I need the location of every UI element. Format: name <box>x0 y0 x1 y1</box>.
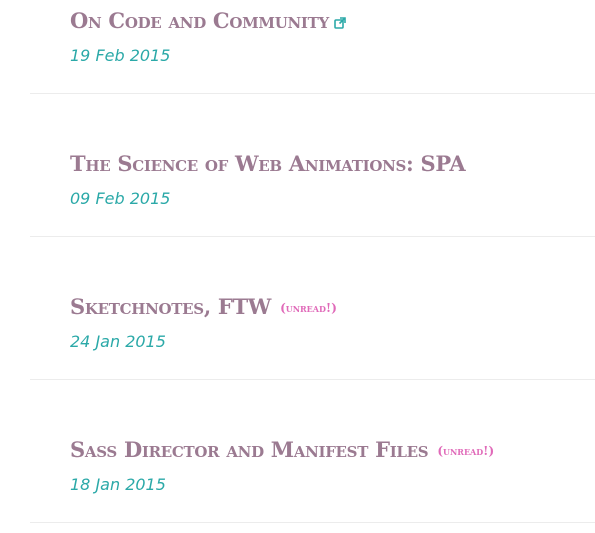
post-date: 24 Jan 2015 <box>70 332 166 351</box>
unread-badge: (unread!) <box>437 443 495 458</box>
post-title-row: The Science of Web Animations: SPA <box>70 151 466 176</box>
post-item: On Code and Community 19 Feb 2015 <box>30 0 595 94</box>
unread-badge: (unread!) <box>280 300 337 315</box>
post-date: 09 Feb 2015 <box>70 189 171 208</box>
post-title-row: Sass Director and Manifest Files (unread… <box>70 437 494 462</box>
post-date: 19 Feb 2015 <box>70 46 171 65</box>
post-item: Sass Director and Manifest Files (unread… <box>30 379 595 523</box>
post-title-link[interactable]: Sketchnotes, FTW <box>70 294 271 319</box>
post-title-link[interactable]: On Code and Community <box>70 8 329 33</box>
post-title-row: Sketchnotes, FTW (unread!) <box>70 294 337 319</box>
post-title-row: On Code and Community <box>70 8 346 33</box>
post-date: 18 Jan 2015 <box>70 475 166 494</box>
external-link-icon[interactable] <box>334 16 346 29</box>
post-item: The Science of Web Animations: SPA 09 Fe… <box>30 93 595 237</box>
post-title-link[interactable]: The Science of Web Animations: SPA <box>70 151 466 176</box>
post-item: Sketchnotes, FTW (unread!) 24 Jan 2015 <box>30 236 595 380</box>
post-title-link[interactable]: Sass Director and Manifest Files <box>70 437 429 462</box>
post-list: On Code and Community 19 Feb 2015 The Sc… <box>0 0 595 533</box>
